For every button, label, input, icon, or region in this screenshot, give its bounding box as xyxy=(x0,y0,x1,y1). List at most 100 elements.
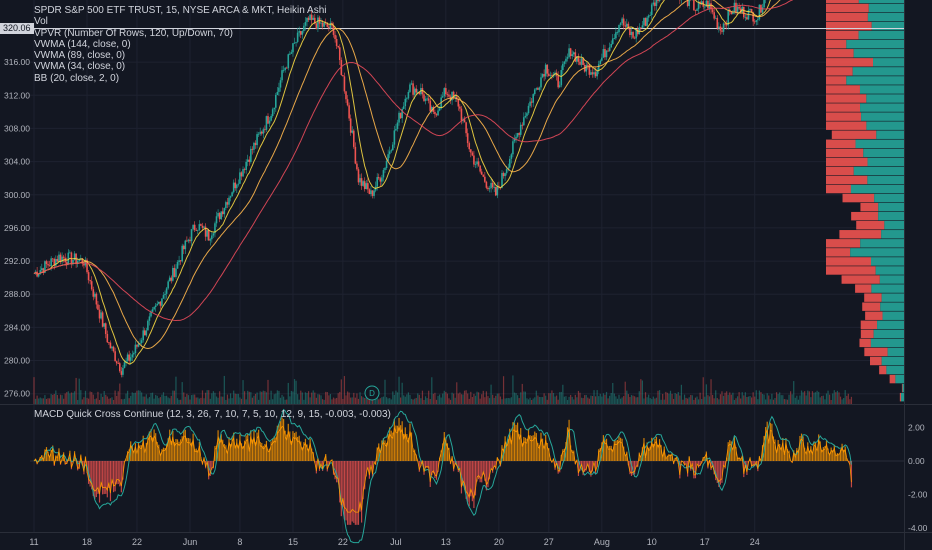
legend-vwma-144[interactable]: VWMA (144, close, 0) xyxy=(34,39,327,50)
chart-legend: SPDR S&P 500 ETF TRUST, 15, NYSE ARCA & … xyxy=(34,5,327,84)
volume-bar xyxy=(535,390,537,404)
volume-bar xyxy=(315,397,317,404)
vp-row-down xyxy=(864,347,888,357)
candle-body xyxy=(203,226,205,228)
volume-bar xyxy=(242,380,244,404)
candle-body xyxy=(714,17,717,19)
dividend-marker[interactable]: D xyxy=(364,385,380,401)
volume-bar xyxy=(707,395,709,404)
candle-body xyxy=(644,17,647,26)
volume-bar xyxy=(86,397,88,404)
candle-body xyxy=(415,88,417,93)
volume-bar xyxy=(259,391,261,404)
volume-bar xyxy=(61,395,63,404)
candle-body xyxy=(562,63,564,71)
vp-row-up xyxy=(861,112,904,121)
y-tick-label: 292.00 xyxy=(4,256,30,266)
volume-bar xyxy=(428,390,430,404)
volume-bar xyxy=(70,392,73,404)
candle-body xyxy=(268,120,271,124)
candle-body xyxy=(206,230,208,237)
vp-row-up xyxy=(852,67,904,76)
x-tick-label: 27 xyxy=(544,537,554,547)
vp-row-up xyxy=(877,320,904,330)
volume-bar xyxy=(800,390,803,404)
volume-bar xyxy=(463,390,466,404)
volume-bar xyxy=(439,394,441,404)
volume-bar xyxy=(590,395,592,404)
x-tick-label: 17 xyxy=(700,537,710,547)
candle-body xyxy=(359,178,361,183)
vp-row-down xyxy=(842,193,875,203)
volume-bar xyxy=(551,390,553,404)
volume-bar xyxy=(273,394,275,404)
vp-row-down xyxy=(826,184,851,194)
candle-body xyxy=(131,354,134,358)
volume-bar xyxy=(490,384,492,404)
macd-legend[interactable]: MACD Quick Cross Continue (12, 3, 26, 7,… xyxy=(34,409,391,420)
candle-body xyxy=(502,173,505,177)
volume-bar xyxy=(517,395,519,404)
volume-bar xyxy=(718,399,720,404)
y-tick-label: 308.00 xyxy=(4,123,30,133)
volume-bar xyxy=(788,394,790,404)
candle-body xyxy=(630,31,633,35)
candle-body xyxy=(101,312,104,327)
candle-body xyxy=(172,267,174,281)
volume-bar xyxy=(314,392,316,404)
candle-body xyxy=(641,25,644,28)
volume-bar xyxy=(414,398,416,404)
volume-bar xyxy=(443,390,445,404)
volume-bar xyxy=(655,397,658,404)
candle-body xyxy=(596,70,598,77)
symbol-title[interactable]: SPDR S&P 500 ETF TRUST, 15, NYSE ARCA & … xyxy=(34,5,327,16)
volume-bar xyxy=(602,393,604,404)
volume-bar xyxy=(808,391,810,404)
volume-bar xyxy=(120,399,122,404)
volume-bar xyxy=(453,393,455,404)
candle-body xyxy=(535,88,538,90)
candle-body xyxy=(413,88,416,95)
candle-body xyxy=(563,61,566,64)
volume-bar xyxy=(44,395,46,404)
volume-bar xyxy=(499,396,502,404)
volume-bar xyxy=(740,398,742,404)
legend-vwma-89[interactable]: VWMA (89, close, 0) xyxy=(34,50,327,61)
macd-pane xyxy=(30,408,904,544)
volume-bar xyxy=(766,393,768,404)
candle-body xyxy=(94,293,96,297)
volume-bar xyxy=(607,398,609,404)
candle-body xyxy=(441,96,444,98)
volume-bar xyxy=(609,395,611,404)
candle-body xyxy=(142,330,144,341)
candle-body xyxy=(640,27,642,29)
volume-bar xyxy=(225,399,227,404)
candle-body xyxy=(217,212,219,217)
candle-body xyxy=(153,307,155,310)
candle-body xyxy=(47,264,49,266)
volume-bar xyxy=(768,395,770,404)
volume-bar xyxy=(36,395,38,404)
y-tick-label: 288.00 xyxy=(4,289,30,299)
vp-row-down xyxy=(855,284,872,293)
legend-bb[interactable]: BB (20, close, 2, 0) xyxy=(34,73,327,84)
legend-vol[interactable]: Vol xyxy=(34,16,327,27)
candle-body xyxy=(530,101,533,103)
volume-bar xyxy=(755,390,757,404)
candle-body xyxy=(337,45,339,48)
candle-body xyxy=(622,18,625,26)
volume-bar xyxy=(658,390,661,404)
candle-body xyxy=(237,183,240,185)
legend-vpvr[interactable]: VPVR (Number Of Rows, 120, Up/Down, 70) xyxy=(34,28,327,39)
vp-row-down xyxy=(826,266,876,275)
volume-bar xyxy=(459,392,461,404)
candle-body xyxy=(395,129,397,131)
volume-bar xyxy=(568,396,570,404)
candle-body xyxy=(231,192,233,197)
candle-body xyxy=(384,168,386,171)
legend-vwma-34[interactable]: VWMA (34, close, 0) xyxy=(34,61,327,72)
volume-bar xyxy=(814,392,817,404)
candle-body xyxy=(104,323,107,334)
candle-body xyxy=(494,187,497,196)
volume-bar xyxy=(306,393,308,404)
